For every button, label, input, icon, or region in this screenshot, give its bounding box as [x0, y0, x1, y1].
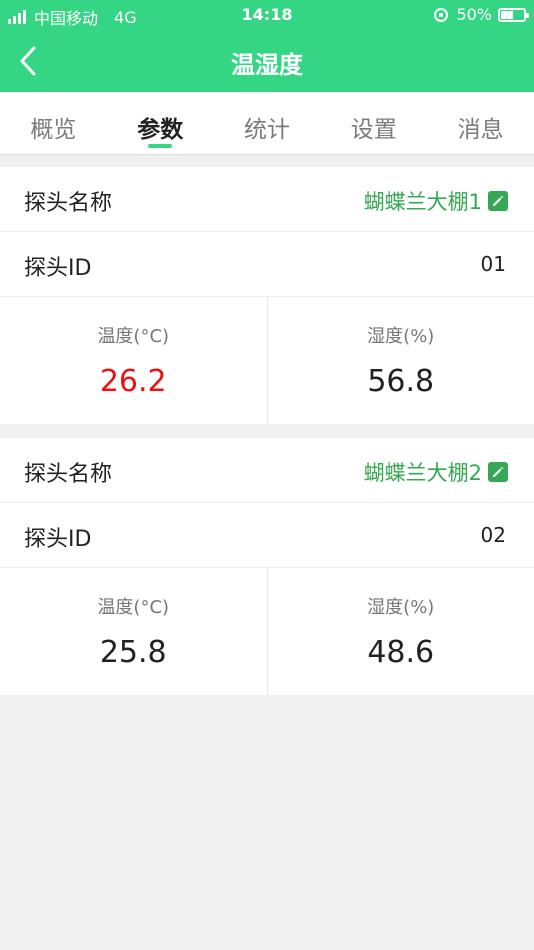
humidity-label: 湿度(%) [367, 597, 435, 618]
active-tab-indicator [148, 144, 173, 148]
probe-id-row: 探头ID 02 [0, 503, 534, 568]
tab-label: 概览 [30, 117, 77, 143]
tab-settings[interactable]: 设置 [320, 92, 427, 154]
probe-card-2: 探头名称 蝴蝶兰大棚2 探头ID 02 温度(°C) 25.8 湿度(%) 48… [0, 438, 534, 695]
humidity-reading: 湿度(%) 48.6 [268, 568, 534, 695]
probe-name-text: 蝴蝶兰大棚2 [363, 461, 482, 485]
probe-name-value[interactable]: 蝴蝶兰大棚1 [364, 186, 508, 216]
probe-card-1: 探头名称 蝴蝶兰大棚1 探头ID 01 温度(°C) 26.2 湿度(%) 56… [0, 167, 534, 424]
status-bar: 中国移动 4G 14:18 50% [0, 0, 534, 30]
temperature-value: 25.8 [99, 635, 167, 670]
tab-label: 参数 [137, 117, 184, 143]
humidity-value: 56.8 [367, 364, 435, 399]
probe-name-value[interactable]: 蝴蝶兰大棚2 [364, 457, 508, 487]
status-right: 50% [434, 5, 529, 24]
tab-label: 统计 [243, 117, 290, 143]
tab-parameters[interactable]: 参数 [107, 92, 214, 154]
humidity-label: 湿度(%) [367, 326, 435, 347]
probe-name-row: 探头名称 蝴蝶兰大棚1 [0, 167, 534, 232]
tab-bar: 概览 参数 统计 设置 消息 [0, 92, 534, 155]
tab-label: 设置 [350, 117, 397, 143]
probe-readings: 温度(°C) 26.2 湿度(%) 56.8 [0, 297, 534, 424]
tab-messages[interactable]: 消息 [427, 92, 534, 154]
tab-statistics[interactable]: 统计 [214, 92, 321, 154]
probe-name-label: 探头名称 [24, 462, 113, 487]
probe-id-label: 探头ID [24, 256, 92, 281]
nav-bar: 温湿度 [0, 30, 534, 92]
temperature-reading: 温度(°C) 25.8 [0, 568, 268, 695]
temperature-reading: 温度(°C) 26.2 [0, 297, 268, 424]
probe-id-row: 探头ID 01 [0, 232, 534, 297]
battery-percent: 50% [456, 5, 492, 24]
humidity-reading: 湿度(%) 56.8 [268, 297, 534, 424]
humidity-value: 48.6 [367, 635, 435, 670]
edit-icon[interactable] [488, 191, 508, 211]
tab-label: 消息 [457, 117, 504, 143]
temperature-label: 温度(°C) [97, 597, 170, 618]
probe-name-label: 探头名称 [24, 191, 113, 216]
edit-icon[interactable] [488, 462, 508, 482]
temperature-value: 26.2 [99, 364, 167, 399]
battery-icon [498, 7, 529, 22]
rotation-lock-icon [434, 7, 449, 22]
probe-id-value: 02 [480, 523, 506, 547]
probe-readings: 温度(°C) 25.8 湿度(%) 48.6 [0, 568, 534, 695]
probe-name-row: 探头名称 蝴蝶兰大棚2 [0, 438, 534, 503]
probe-id-value: 01 [480, 252, 506, 276]
probe-id-label: 探头ID [24, 527, 92, 552]
page-title: 温湿度 [231, 51, 303, 79]
probe-name-text: 蝴蝶兰大棚1 [363, 190, 482, 214]
temperature-label: 温度(°C) [97, 326, 170, 347]
tab-overview[interactable]: 概览 [0, 92, 107, 154]
